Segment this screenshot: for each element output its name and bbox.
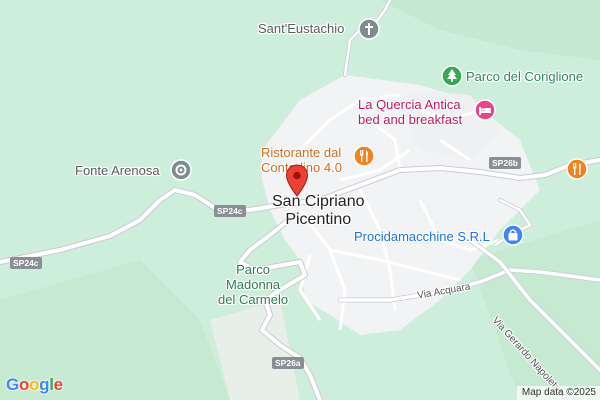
place-label-line: del Carmelo — [218, 292, 289, 307]
place-label-line: bed and breakfast — [358, 112, 463, 127]
town-label-line: Picentino — [285, 211, 352, 228]
logo-letter: o — [29, 375, 40, 394]
place-label-line: Madonna — [225, 277, 281, 292]
logo-letter: g — [39, 375, 50, 394]
place-label-santeustachio[interactable]: Sant'Eustachio — [258, 21, 344, 36]
restaurant-icon-east[interactable] — [566, 158, 588, 180]
map-canvas[interactable]: SP24c SP24c SP26b SP26a Via Acquara Via … — [0, 0, 600, 400]
bed-hotel-icon[interactable] — [474, 99, 496, 121]
place-label-line: Ristorante dal — [261, 145, 342, 160]
road-shield-sp26a: SP26a — [272, 357, 304, 369]
place-label-line: La Quercia Antica — [358, 97, 461, 112]
restaurant-icon[interactable] — [353, 145, 375, 167]
google-logo: Google — [6, 375, 63, 395]
map-attribution[interactable]: Map data ©2025 — [516, 386, 600, 400]
logo-letter: o — [18, 375, 30, 394]
place-label-fonte-arenosa[interactable]: Fonte Arenosa — [75, 163, 160, 178]
place-label-procidamacchine[interactable]: Procidamacchine S.R.L — [354, 229, 490, 244]
road-shield-sp24c-west: SP24c — [10, 257, 42, 269]
place-label-parco-del-coriglione[interactable]: Parco del Coriglione — [466, 69, 583, 84]
place-label-parco-madonna-del-carmelo[interactable]: Parco Madonna del Carmelo — [218, 262, 288, 307]
town-label-san-cipriano-picentino[interactable]: San Cipriano Picentino — [272, 193, 365, 229]
location-pin-icon[interactable] — [285, 164, 309, 198]
road-shield-sp24c: SP24c — [214, 205, 246, 217]
road-shield-sp26b: SP26b — [489, 157, 521, 169]
shopping-bag-icon[interactable] — [502, 224, 524, 246]
place-label-la-quercia-antica[interactable]: La Quercia Antica bed and breakfast — [358, 97, 462, 127]
logo-letter: G — [6, 375, 19, 394]
tree-park-icon[interactable] — [441, 65, 463, 87]
landmark-icon[interactable] — [170, 159, 192, 181]
church-icon[interactable] — [358, 18, 380, 40]
place-label-line: Parco — [236, 262, 271, 277]
logo-letter: e — [53, 375, 63, 394]
